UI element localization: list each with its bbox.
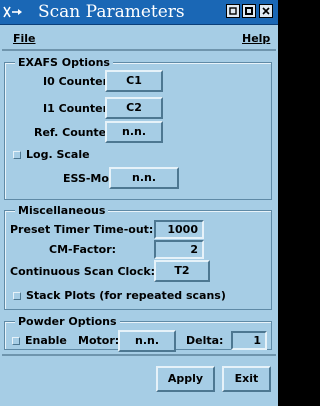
title-bar[interactable]: Scan Parameters bbox=[0, 0, 278, 25]
exafs-options-title: EXAFS Options bbox=[15, 56, 113, 69]
window-title: Scan Parameters bbox=[38, 2, 185, 22]
minimize-button[interactable] bbox=[226, 4, 240, 18]
stack-plots-checkbox[interactable] bbox=[13, 292, 21, 300]
miscellaneous-group: Miscellaneous Preset Timer Time-out: 100… bbox=[4, 204, 272, 310]
i0-counter-button[interactable]: C1 bbox=[105, 70, 163, 92]
log-scale-label[interactable]: Log. Scale bbox=[26, 148, 90, 162]
menu-file[interactable]: File bbox=[13, 32, 36, 45]
window-menu-icon[interactable] bbox=[3, 6, 25, 18]
miscellaneous-title: Miscellaneous bbox=[15, 204, 109, 217]
scan-parameters-window: Scan Parameters File Help EXAFS Options … bbox=[0, 0, 278, 406]
i1-counter-label: I1 Counter: bbox=[43, 102, 113, 115]
powder-motor-label: Motor: bbox=[78, 334, 120, 347]
log-scale-checkbox[interactable] bbox=[13, 151, 21, 159]
powder-enable-checkbox[interactable] bbox=[12, 337, 20, 345]
menu-help[interactable]: Help bbox=[242, 32, 270, 45]
cm-factor-field[interactable]: 2 bbox=[154, 240, 204, 259]
i0-counter-label: I0 Counter: bbox=[43, 75, 113, 88]
scan-clock-button[interactable]: T2 bbox=[154, 260, 210, 282]
powder-delta-label: Delta: bbox=[186, 334, 224, 347]
exafs-options-group: EXAFS Options I0 Counter: C1 I1 Counter:… bbox=[4, 56, 272, 200]
stack-plots-label[interactable]: Stack Plots (for repeated scans) bbox=[26, 289, 226, 303]
powder-motor-button[interactable]: n.n. bbox=[118, 330, 176, 352]
preset-timer-field[interactable]: 1000 bbox=[154, 220, 204, 239]
bottom-separator bbox=[2, 354, 276, 356]
powder-options-title: Powder Options bbox=[15, 315, 120, 328]
close-button[interactable] bbox=[259, 4, 273, 18]
ref-counter-button[interactable]: n.n. bbox=[105, 121, 163, 143]
exit-button[interactable]: Exit bbox=[222, 366, 271, 392]
ess-motor-button[interactable]: n.n. bbox=[109, 167, 179, 189]
apply-button[interactable]: Apply bbox=[156, 366, 215, 392]
preset-timer-label: Preset Timer Time-out: bbox=[10, 223, 154, 236]
cm-factor-label: CM-Factor: bbox=[49, 243, 117, 256]
powder-enable-label[interactable]: Enable bbox=[25, 334, 67, 348]
menu-separator bbox=[2, 49, 276, 51]
i1-counter-button[interactable]: C2 bbox=[105, 97, 163, 119]
scan-clock-label: Continuous Scan Clock: bbox=[10, 265, 156, 278]
powder-delta-field[interactable]: 1 bbox=[231, 331, 267, 350]
menu-bar: File Help bbox=[0, 26, 278, 50]
maximize-button[interactable] bbox=[242, 4, 256, 18]
ref-counter-label: Ref. Counter: bbox=[34, 126, 116, 139]
